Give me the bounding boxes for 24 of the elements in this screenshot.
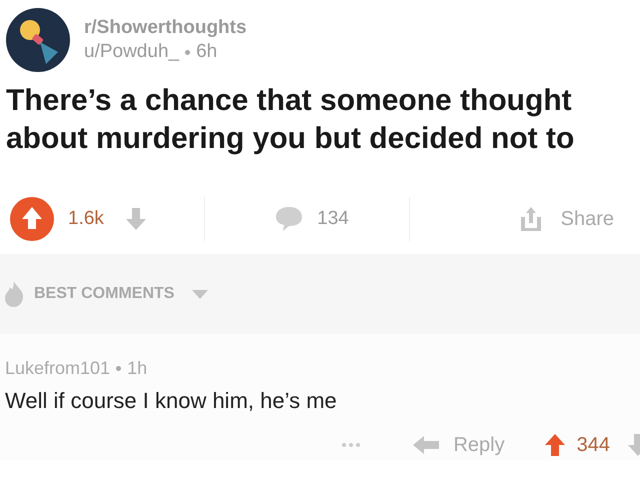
downvote-icon[interactable] [126,208,146,230]
more-options-icon[interactable] [341,442,362,448]
author-name[interactable]: u/Powduh_ [84,41,180,63]
post-age: 6h [196,41,218,63]
vote-score: 1.6k [68,208,104,230]
comment-score: 344 [576,434,610,456]
comment-age: 1h [127,358,148,379]
reply-arrow-icon [413,436,440,454]
caret-icon [192,290,208,298]
share-button[interactable]: Share [518,206,614,232]
comment-count: 134 [317,208,349,230]
upvote-icon[interactable] [544,434,565,456]
separator-dot-icon [116,366,122,371]
sort-dropdown[interactable]: BEST COMMENTS [34,285,208,303]
comment-author[interactable]: Lukefrom101 [5,358,110,379]
reply-button[interactable]: Reply [413,434,505,456]
flame-icon [4,281,24,307]
upvote-icon[interactable] [10,197,54,241]
comment-bubble-icon[interactable] [275,206,304,232]
post-title: There’s a chance that someone thought about murdering you but decided not to [5,83,576,157]
share-icon [518,206,543,232]
separator-dot-icon [185,50,190,54]
subreddit-name[interactable]: r/Showerthoughts [84,17,247,39]
comment-text: Well if course I know him, he’s me [5,388,338,414]
